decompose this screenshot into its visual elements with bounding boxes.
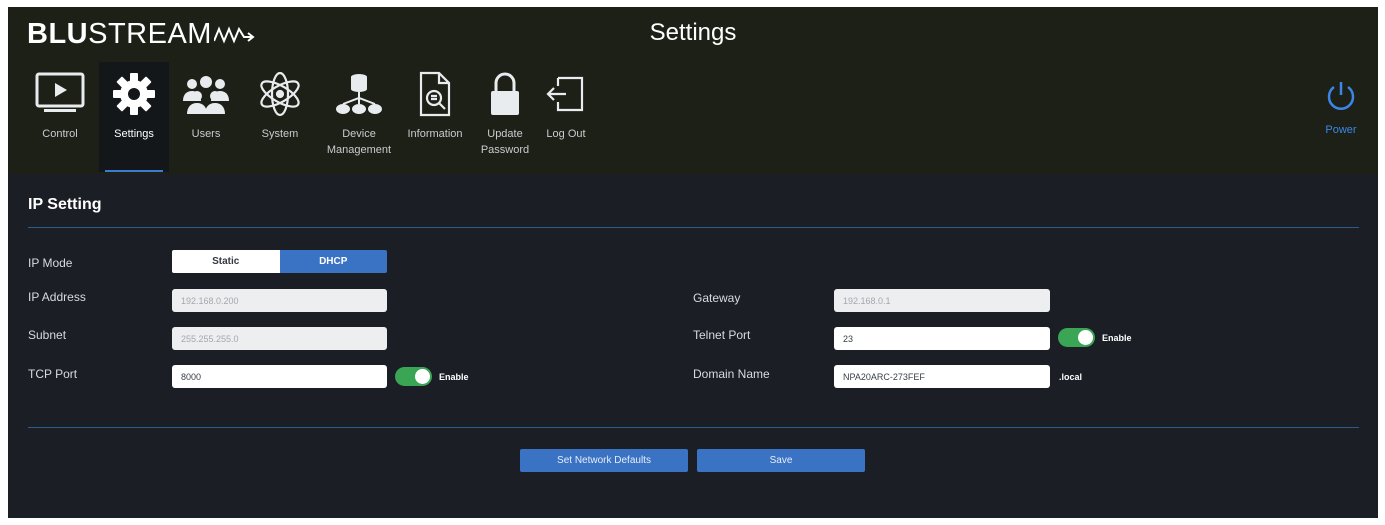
logout-icon (546, 64, 586, 124)
ip-mode-static-option[interactable]: Static (172, 250, 280, 273)
tcp-port-enable-label: Enable (439, 372, 469, 382)
power-icon (1327, 82, 1355, 110)
domain-name-label: Domain Name (693, 367, 770, 381)
page-title: Settings (649, 19, 737, 46)
domain-name-field[interactable]: NPA20ARC-273FEF (834, 365, 1050, 388)
subnet-field[interactable]: 255.255.255.0 (172, 327, 387, 350)
ip-mode-toggle: Static DHCP (172, 250, 387, 273)
tcp-port-label: TCP Port (28, 367, 78, 381)
gateway-field[interactable]: 192.168.0.1 (834, 289, 1050, 312)
nav-item-log-out[interactable]: Log Out (541, 62, 591, 172)
nav-label-device-management: Device Management (326, 128, 392, 156)
atom-icon (258, 64, 302, 124)
nav-label-users: Users (191, 128, 221, 140)
ip-address-field[interactable]: 192.168.0.200 (172, 289, 387, 312)
document-search-icon (418, 64, 452, 124)
ip-mode-dhcp-option[interactable]: DHCP (279, 250, 387, 273)
nav-item-settings[interactable]: Settings (99, 62, 169, 172)
nav-item-update-password[interactable]: Update Password (469, 62, 541, 172)
nav-item-system[interactable]: System (243, 62, 317, 172)
users-icon (181, 64, 231, 124)
nav-label-settings: Settings (114, 128, 154, 140)
header-bar: BLUSTREAM Settings Control Settings User… (8, 7, 1378, 174)
telnet-port-enable-toggle[interactable] (1058, 328, 1095, 347)
nav-item-control[interactable]: Control (21, 62, 99, 172)
telnet-port-field[interactable]: 23 (834, 327, 1050, 350)
power-button[interactable]: Power (1311, 79, 1371, 136)
save-button[interactable]: Save (697, 449, 865, 472)
nav-label-control: Control (42, 128, 78, 140)
telnet-port-label: Telnet Port (693, 328, 751, 342)
tcp-port-field[interactable]: 8000 (172, 365, 387, 388)
divider-top (28, 227, 1359, 228)
ip-mode-label: IP Mode (28, 256, 73, 270)
main-nav: Control Settings Users System Device Man… (21, 62, 591, 172)
device-tree-icon (334, 64, 384, 124)
set-network-defaults-button[interactable]: Set Network Defaults (520, 449, 688, 472)
gear-icon (111, 64, 157, 124)
tcp-port-enable-toggle[interactable] (395, 367, 432, 386)
nav-item-users[interactable]: Users (169, 62, 243, 172)
gateway-label: Gateway (693, 291, 741, 305)
nav-item-device-management[interactable]: Device Management (317, 62, 401, 172)
nav-label-log-out: Log Out (546, 128, 586, 140)
power-label: Power (1325, 124, 1357, 136)
nav-item-information[interactable]: Information (401, 62, 469, 172)
divider-bottom (28, 427, 1359, 428)
nav-label-update-password: Update Password (480, 128, 530, 156)
app-window: BLUSTREAM Settings Control Settings User… (8, 7, 1378, 518)
nav-label-system: System (261, 128, 299, 140)
ip-address-label: IP Address (28, 290, 86, 304)
nav-label-information: Information (407, 128, 463, 140)
play-screen-icon (34, 64, 86, 124)
subnet-label: Subnet (28, 328, 67, 342)
lock-icon (488, 64, 522, 124)
telnet-port-enable-label: Enable (1102, 333, 1132, 343)
domain-suffix-label: .local (1059, 372, 1083, 382)
section-title: IP Setting (28, 196, 102, 213)
